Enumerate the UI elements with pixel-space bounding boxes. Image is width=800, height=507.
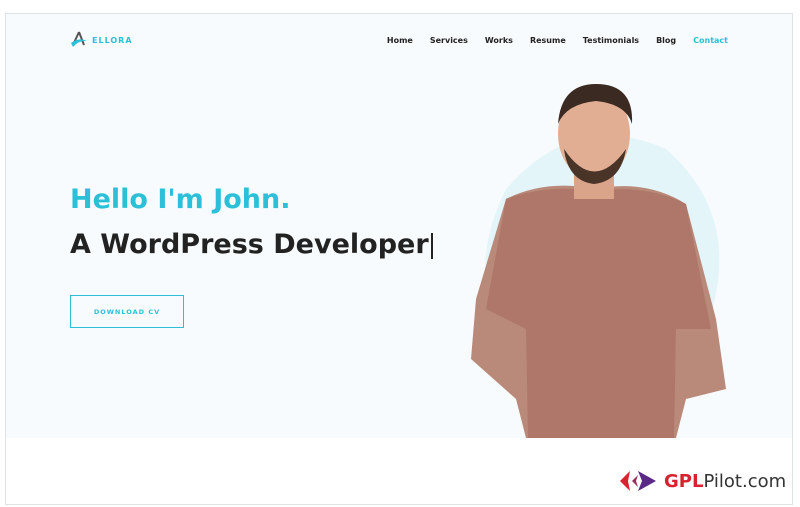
- nav-testimonials[interactable]: Testimonials: [583, 36, 639, 45]
- watermark-text: GPLPilot.com: [664, 470, 787, 492]
- nav-works[interactable]: Works: [485, 36, 513, 45]
- hero-role-text: A WordPress Developer: [70, 229, 429, 260]
- typing-cursor: [430, 232, 433, 259]
- nav-contact[interactable]: Contact: [693, 36, 728, 45]
- person-photo: [471, 84, 726, 438]
- download-cv-button[interactable]: DOWNLOAD CV: [70, 295, 184, 328]
- nav-blog[interactable]: Blog: [656, 36, 676, 45]
- main-nav: Home Services Works Resume Testimonials …: [387, 36, 728, 45]
- nav-services[interactable]: Services: [430, 36, 468, 45]
- nav-resume[interactable]: Resume: [530, 36, 566, 45]
- watermark: GPLPilot.com: [618, 469, 786, 493]
- page-frame: ELLORA Home Services Works Resume Testim…: [5, 13, 793, 505]
- hero-section: ELLORA Home Services Works Resume Testim…: [6, 14, 792, 438]
- hero-role: A WordPress Developer: [70, 229, 433, 260]
- logo-text: ELLORA: [92, 35, 133, 45]
- logo[interactable]: ELLORA: [70, 31, 133, 49]
- logo-icon: [71, 31, 87, 47]
- gplpilot-logo-icon: [620, 471, 656, 491]
- nav-home[interactable]: Home: [387, 36, 413, 45]
- hero-greeting: Hello I'm John.: [70, 184, 291, 215]
